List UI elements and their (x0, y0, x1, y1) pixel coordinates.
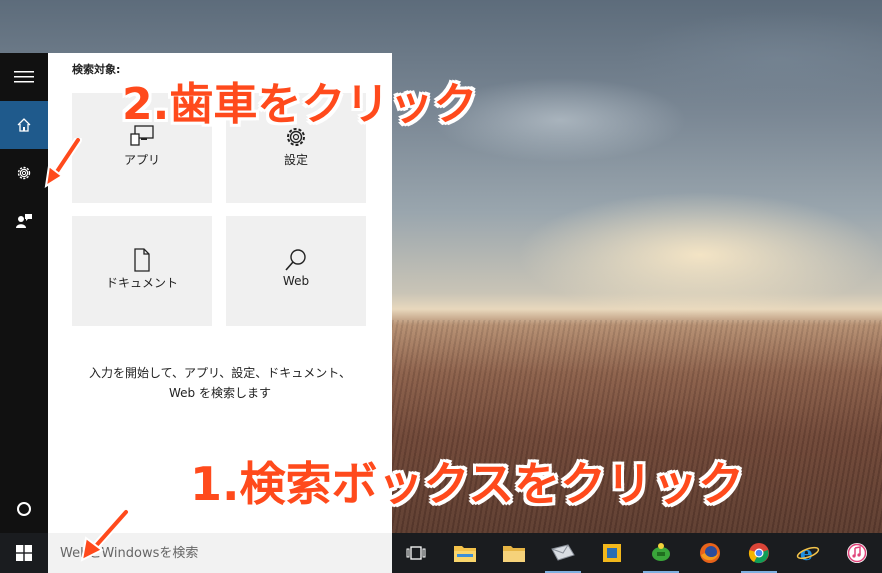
folder-icon (503, 546, 525, 562)
tile-documents-label: ドキュメント (105, 276, 178, 290)
tortoise-app-icon (652, 543, 670, 561)
tile-documents[interactable]: ドキュメント (72, 216, 212, 326)
taskbar-mail-app[interactable] (539, 533, 587, 573)
chrome-icon (748, 543, 769, 564)
internet-explorer-icon: e (796, 542, 820, 564)
red-arrow-to-search-icon (80, 508, 130, 562)
start-rail (0, 53, 48, 533)
home-icon (17, 118, 31, 132)
firefox-icon (700, 543, 720, 563)
annotation-step2: 2.歯車をクリック (122, 79, 478, 130)
search-hint-line1: 入力を開始して、アプリ、設定、ドキュメント、 (88, 366, 352, 380)
tile-settings-label: 設定 (283, 153, 308, 167)
taskbar-tortoise-app[interactable] (637, 533, 685, 573)
gear-icon (17, 166, 31, 180)
taskbar-itunes[interactable] (833, 533, 881, 573)
start-button[interactable] (0, 533, 48, 573)
search-hint-line2: Web を検索します (169, 386, 271, 400)
task-view-icon (406, 546, 426, 560)
red-arrow-to-gear-icon (44, 138, 82, 188)
tile-web[interactable]: Web (226, 216, 366, 326)
settings-button[interactable] (0, 149, 48, 197)
task-view-button[interactable] (392, 533, 440, 573)
hamburger-menu-icon (14, 71, 34, 83)
taskbar-yellow-app[interactable] (588, 533, 636, 573)
document-icon (134, 248, 150, 272)
taskbar-folder[interactable] (490, 533, 538, 573)
taskbar-file-explorer[interactable] (441, 533, 489, 573)
web-search-icon (285, 249, 306, 271)
svg-text:e: e (800, 542, 813, 564)
taskbar-firefox[interactable] (686, 533, 734, 573)
mail-app-icon (551, 544, 575, 561)
itunes-icon (847, 543, 867, 563)
feedback-button[interactable] (0, 197, 48, 245)
windows-start-icon (16, 545, 32, 561)
cortana-circle-icon (17, 502, 31, 516)
hamburger-menu-button[interactable] (0, 53, 48, 101)
taskbar-internet-explorer[interactable]: e (784, 533, 832, 573)
search-hint-text: 入力を開始して、アプリ、設定、ドキュメント、 Web を検索します (72, 363, 368, 403)
yellow-square-app-icon (603, 544, 621, 562)
search-scope-heading: 検索対象: (72, 63, 121, 76)
tile-web-label: Web (282, 274, 310, 288)
taskbar-chrome[interactable] (735, 533, 783, 573)
tile-apps-label: アプリ (123, 153, 160, 167)
home-button[interactable] (0, 101, 48, 149)
annotation-step1: 1.検索ボックスをクリック (190, 457, 745, 511)
cortana-button[interactable] (0, 485, 48, 533)
feedback-icon (16, 214, 32, 228)
file-explorer-icon (454, 546, 476, 562)
